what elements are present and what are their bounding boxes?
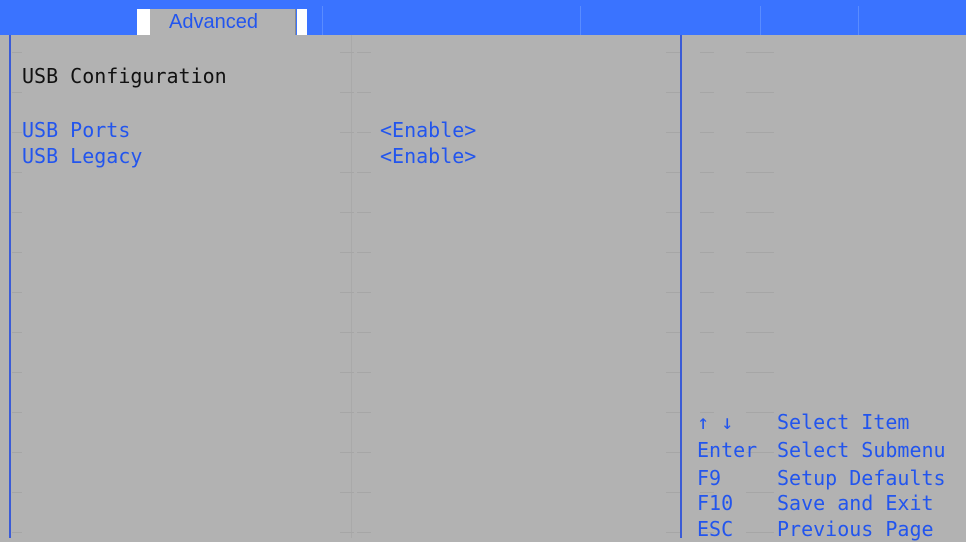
setting-label-usb-ports[interactable]: USB Ports xyxy=(22,117,130,143)
row-guide-tick xyxy=(12,532,22,533)
menu-bar-separator xyxy=(580,6,581,35)
row-guide-tick xyxy=(340,372,354,373)
help-key-arrows: ↑ ↓ xyxy=(697,410,734,434)
row-guide-tick xyxy=(340,492,354,493)
row-guide-tick xyxy=(700,212,714,213)
row-guide-tick xyxy=(340,452,354,453)
row-guide-tick xyxy=(12,52,22,53)
row-guide-tick xyxy=(746,532,774,533)
row-guide-tick xyxy=(340,52,354,53)
row-guide-tick xyxy=(666,412,680,413)
row-guide-tick xyxy=(746,92,774,93)
row-guide-tick xyxy=(12,132,22,133)
row-guide-tick xyxy=(746,252,774,253)
row-guide-tick xyxy=(357,292,371,293)
row-guide-tick xyxy=(666,132,680,133)
row-guide-tick xyxy=(666,372,680,373)
row-guide-tick xyxy=(340,252,354,253)
row-guide-tick xyxy=(357,332,371,333)
tab-advanced-label: Advanced xyxy=(169,11,258,33)
help-key-esc: ESC xyxy=(697,517,734,541)
row-guide-tick xyxy=(700,372,714,373)
left-frame-border xyxy=(9,35,11,538)
row-guide-tick xyxy=(700,292,714,293)
row-guide-tick xyxy=(340,332,354,333)
row-guide-tick xyxy=(700,92,714,93)
row-guide-tick xyxy=(340,172,354,173)
row-guide-tick xyxy=(666,212,680,213)
row-guide-tick xyxy=(12,492,22,493)
help-desc-previous-page: Previous Page xyxy=(777,517,934,541)
row-guide-tick xyxy=(746,172,774,173)
help-desc-select-submenu: Select Submenu xyxy=(777,438,946,462)
setting-label-usb-legacy[interactable]: USB Legacy xyxy=(22,143,142,169)
row-guide-tick xyxy=(666,332,680,333)
row-guide-tick xyxy=(340,412,354,413)
row-guide-tick xyxy=(12,372,22,373)
row-guide-tick xyxy=(700,132,714,133)
row-guide-tick xyxy=(746,212,774,213)
row-guide-tick xyxy=(357,92,371,93)
row-guide-tick xyxy=(746,52,774,53)
row-guide-tick xyxy=(666,252,680,253)
row-guide-tick xyxy=(357,132,371,133)
row-guide-tick xyxy=(340,92,354,93)
row-guide-tick xyxy=(666,52,680,53)
row-guide-tick xyxy=(12,412,22,413)
row-guide-tick xyxy=(700,252,714,253)
menu-bar-separator xyxy=(858,6,859,35)
row-guide-tick xyxy=(746,132,774,133)
row-guide-tick xyxy=(340,292,354,293)
row-guide-tick xyxy=(746,492,774,493)
column-guide xyxy=(351,35,352,538)
row-guide-tick xyxy=(357,252,371,253)
setting-value-usb-ports[interactable]: <Enable> xyxy=(380,117,476,143)
row-guide-tick xyxy=(12,172,22,173)
help-key-enter: Enter xyxy=(697,438,758,462)
help-desc-setup-defaults: Setup Defaults xyxy=(777,466,946,490)
row-guide-tick xyxy=(666,532,680,533)
row-guide-tick xyxy=(357,532,371,533)
help-desc-save-and-exit: Save and Exit xyxy=(777,491,934,515)
help-desc-select-item: Select Item xyxy=(777,410,910,434)
row-guide-tick xyxy=(357,372,371,373)
row-guide-tick xyxy=(12,332,22,333)
row-guide-tick xyxy=(746,412,774,413)
row-guide-tick xyxy=(666,452,680,453)
tab-advanced[interactable]: Advanced xyxy=(150,9,296,35)
menu-bar-separator xyxy=(322,6,323,35)
row-guide-tick xyxy=(666,172,680,173)
row-guide-tick xyxy=(700,172,714,173)
row-guide-tick xyxy=(340,532,354,533)
row-guide-tick xyxy=(746,372,774,373)
row-guide-tick xyxy=(357,492,371,493)
row-guide-tick xyxy=(666,92,680,93)
row-guide-tick xyxy=(340,212,354,213)
row-guide-tick xyxy=(12,92,22,93)
help-key-f9: F9 xyxy=(697,466,722,490)
row-guide-tick xyxy=(12,292,22,293)
row-guide-tick xyxy=(12,452,22,453)
row-guide-tick xyxy=(357,412,371,413)
row-guide-tick xyxy=(340,132,354,133)
row-guide-tick xyxy=(12,212,22,213)
row-guide-tick xyxy=(357,52,371,53)
tab-right-edge xyxy=(297,9,307,35)
section-title: USB Configuration xyxy=(22,64,227,88)
row-guide-tick xyxy=(666,492,680,493)
help-key-f10: F10 xyxy=(697,491,734,515)
row-guide-tick xyxy=(357,172,371,173)
menu-bar-separator xyxy=(760,6,761,35)
row-guide-tick xyxy=(357,452,371,453)
row-guide-tick xyxy=(666,292,680,293)
row-guide-tick xyxy=(746,332,774,333)
tab-left-edge xyxy=(137,9,150,35)
setting-value-usb-legacy[interactable]: <Enable> xyxy=(380,143,476,169)
row-guide-tick xyxy=(700,52,714,53)
row-guide-tick xyxy=(700,332,714,333)
row-guide-tick xyxy=(357,212,371,213)
help-panel-divider xyxy=(680,35,682,538)
row-guide-tick xyxy=(746,292,774,293)
row-guide-tick xyxy=(12,252,22,253)
